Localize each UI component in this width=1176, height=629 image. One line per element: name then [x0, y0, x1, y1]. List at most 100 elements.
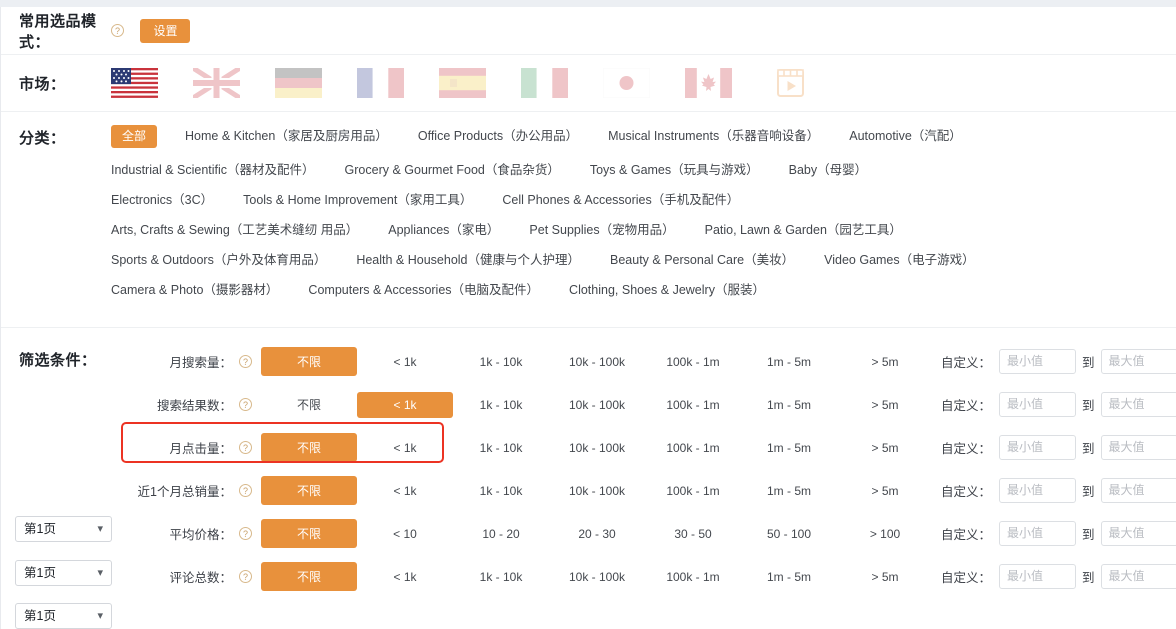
category-item[interactable]: Electronics（3C） — [111, 193, 213, 208]
category-item[interactable]: Industrial & Scientific（器材及配件） — [111, 163, 315, 178]
filter-option[interactable]: > 5m — [837, 398, 933, 412]
filter-option[interactable]: 100k - 1m — [645, 484, 741, 498]
filter-option[interactable]: 不限 — [261, 347, 357, 376]
min-value-input[interactable]: 最小值 — [999, 564, 1077, 589]
filter-option[interactable]: < 1k — [357, 391, 453, 418]
filter-option[interactable]: 100k - 1m — [645, 398, 741, 412]
min-value-input[interactable]: 最小值 — [999, 435, 1077, 460]
question-circle-icon[interactable]: ? — [239, 354, 252, 368]
filter-option[interactable]: < 1k — [357, 441, 453, 455]
filter-option[interactable]: 1m - 5m — [741, 484, 837, 498]
filter-option[interactable]: > 5m — [837, 441, 933, 455]
category-item[interactable]: Health & Household（健康与个人护理） — [356, 253, 580, 268]
us-flag[interactable] — [111, 68, 158, 98]
settings-button[interactable]: 设置 — [140, 18, 191, 43]
filter-option[interactable]: < 1k — [357, 355, 453, 369]
category-item[interactable]: Sports & Outdoors（户外及体育用品） — [111, 253, 326, 268]
filter-option[interactable]: 30 - 50 — [645, 527, 741, 541]
category-item[interactable]: Grocery & Gourmet Food（食品杂货） — [345, 163, 560, 178]
category-item[interactable]: Baby（母婴） — [789, 163, 868, 178]
filter-option[interactable]: 100k - 1m — [645, 355, 741, 369]
category-item[interactable]: Tools & Home Improvement（家用工具） — [243, 193, 472, 208]
question-circle-icon[interactable]: ? — [239, 483, 252, 497]
filter-name: 月搜索量： — [169, 356, 232, 370]
filter-option[interactable]: 1k - 10k — [453, 441, 549, 455]
filter-option[interactable]: > 5m — [837, 484, 933, 498]
min-value-input[interactable]: 最小值 — [999, 478, 1077, 503]
range-to-label: 到 — [1082, 356, 1095, 370]
question-circle-icon[interactable]: ? — [239, 440, 252, 454]
filter-option[interactable]: < 10 — [357, 527, 453, 541]
filter-option[interactable]: 不限 — [261, 396, 357, 413]
max-value-input[interactable]: 最大值 — [1100, 564, 1176, 589]
filter-option[interactable]: > 5m — [837, 570, 933, 584]
filter-option[interactable]: 50 - 100 — [741, 527, 837, 541]
category-item[interactable]: Musical Instruments（乐器音响设备） — [608, 129, 819, 144]
filter-option[interactable]: < 1k — [357, 570, 453, 584]
filter-option[interactable]: < 1k — [357, 484, 453, 498]
category-item[interactable]: Clothing, Shoes & Jewelry（服装） — [569, 283, 765, 298]
filter-option[interactable]: 1m - 5m — [741, 398, 837, 412]
filter-option[interactable]: 1k - 10k — [453, 355, 549, 369]
filter-option[interactable]: > 5m — [837, 355, 933, 369]
category-item[interactable]: Appliances（家电） — [388, 223, 499, 238]
filter-option[interactable]: 1k - 10k — [453, 398, 549, 412]
min-value-input[interactable]: 最小值 — [999, 521, 1077, 546]
filter-option[interactable]: 1m - 5m — [741, 570, 837, 584]
max-value-input[interactable]: 最大值 — [1100, 478, 1176, 503]
category-item[interactable]: Home & Kitchen（家居及厨房用品） — [185, 129, 388, 144]
it-flag[interactable] — [521, 68, 568, 98]
filter-option[interactable]: 不限 — [261, 476, 357, 505]
filter-option[interactable]: 20 - 30 — [549, 527, 645, 541]
question-circle-icon[interactable]: ? — [239, 397, 252, 411]
category-item[interactable]: Cell Phones & Accessories（手机及配件） — [502, 193, 739, 208]
page-select-3[interactable]: 第1页 ▾ — [15, 603, 112, 629]
question-circle-icon[interactable]: ? — [111, 24, 124, 37]
filter-option[interactable]: 10k - 100k — [549, 398, 645, 412]
min-value-input[interactable]: 最小值 — [999, 349, 1077, 374]
filter-option[interactable]: 不限 — [261, 562, 357, 591]
es-flag[interactable] — [439, 68, 486, 98]
max-value-input[interactable]: 最大值 — [1100, 521, 1176, 546]
de-flag[interactable] — [275, 68, 322, 98]
category-item[interactable]: Video Games（电子游戏） — [824, 253, 975, 268]
filter-option[interactable]: 不限 — [261, 433, 357, 462]
filter-option[interactable]: 1k - 10k — [453, 570, 549, 584]
category-item[interactable]: Camera & Photo（摄影器材） — [111, 283, 278, 298]
filter-option[interactable]: 1m - 5m — [741, 355, 837, 369]
filter-option[interactable]: > 100 — [837, 527, 933, 541]
filter-option[interactable]: 1k - 10k — [453, 484, 549, 498]
max-value-input[interactable]: 最大值 — [1100, 349, 1176, 374]
filter-option[interactable]: 10k - 100k — [549, 441, 645, 455]
filter-option[interactable]: 100k - 1m — [645, 570, 741, 584]
question-circle-icon[interactable]: ? — [239, 526, 252, 540]
page-select-2[interactable]: 第1页 ▾ — [15, 560, 112, 586]
page-select-1[interactable]: 第1页 ▾ — [15, 516, 112, 542]
filter-option[interactable]: 不限 — [261, 519, 357, 548]
category-item[interactable]: Toys & Games（玩具与游戏） — [590, 163, 759, 178]
uk-flag[interactable] — [193, 68, 240, 98]
category-item[interactable]: Pet Supplies（宠物用品） — [529, 223, 674, 238]
fr-flag[interactable] — [357, 68, 404, 98]
category-item[interactable]: Beauty & Personal Care（美妆） — [610, 253, 794, 268]
filter-label: 筛选条件： — [19, 352, 97, 369]
category-item[interactable]: Patio, Lawn & Garden（园艺工具） — [705, 223, 902, 238]
ca-flag[interactable] — [685, 68, 732, 98]
video-icon[interactable] — [767, 68, 814, 98]
category-item[interactable]: Office Products（办公用品） — [418, 129, 578, 144]
max-value-input[interactable]: 最大值 — [1100, 392, 1176, 417]
question-circle-icon[interactable]: ? — [239, 569, 252, 583]
filter-option[interactable]: 1m - 5m — [741, 441, 837, 455]
filter-option[interactable]: 10k - 100k — [549, 570, 645, 584]
category-item[interactable]: Computers & Accessories（电脑及配件） — [308, 283, 539, 298]
filter-option[interactable]: 10k - 100k — [549, 484, 645, 498]
max-value-input[interactable]: 最大值 — [1100, 435, 1176, 460]
category-item[interactable]: Automotive（汽配） — [849, 129, 962, 144]
category-item[interactable]: Arts, Crafts & Sewing（工艺美术缝纫 用品） — [111, 223, 358, 238]
jp-flag[interactable] — [603, 68, 650, 98]
filter-option[interactable]: 10k - 100k — [549, 355, 645, 369]
category-item[interactable]: 全部 — [111, 125, 158, 148]
min-value-input[interactable]: 最小值 — [999, 392, 1077, 417]
filter-option[interactable]: 100k - 1m — [645, 441, 741, 455]
filter-option[interactable]: 10 - 20 — [453, 527, 549, 541]
